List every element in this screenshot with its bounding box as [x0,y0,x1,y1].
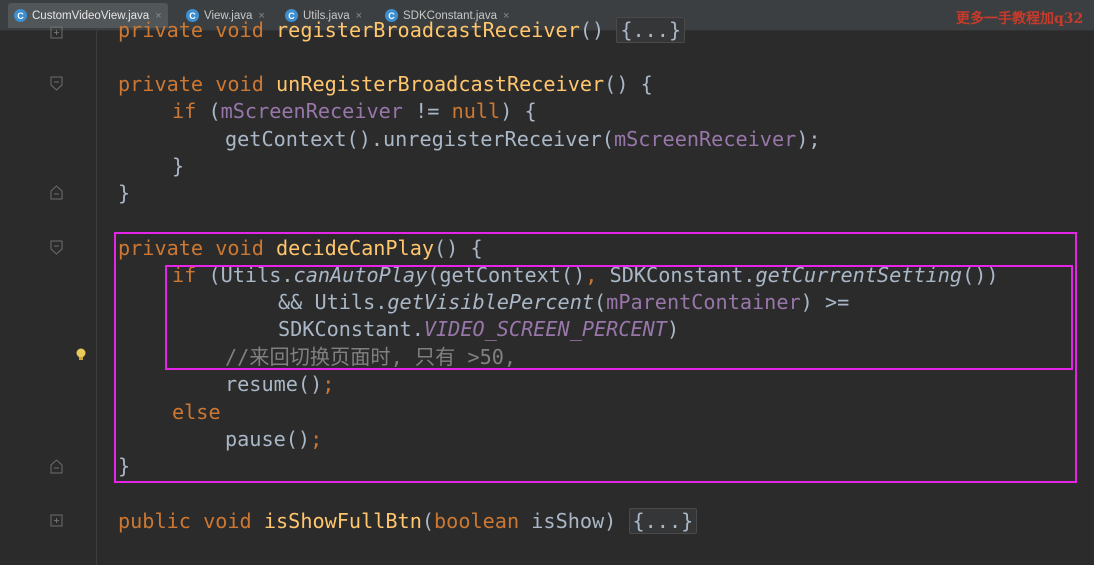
condition-highlight-box [165,265,1073,370]
keyword: null [451,99,501,123]
code-line[interactable]: } [118,180,130,207]
code-line[interactable]: private void registerBroadcastReceiver()… [118,17,686,44]
gutter-divider [96,31,97,565]
fold-marker-icon[interactable] [50,514,63,529]
method-name: registerBroadcastReceiver [276,18,580,42]
code-text: () [579,18,617,42]
keyword: boolean [434,509,520,533]
watermark-text: 更多一手教程加q32 [956,11,1084,27]
folded-code-block[interactable]: {...} [628,508,698,534]
method-name: isShowFullBtn [263,509,422,533]
code-text: () { [604,72,653,96]
field-name: mScreenReceiver [220,99,403,123]
fold-start-icon[interactable] [50,76,63,91]
code-text: ( [421,509,435,533]
keyword: private void [118,18,277,42]
keyword: public void [118,509,264,533]
code-line[interactable]: private void unRegisterBroadcastReceiver… [118,71,653,98]
code-line[interactable]: getContext().unregisterReceiver(mScreenR… [225,126,821,153]
field-name: mScreenReceiver [613,127,797,151]
fold-end-icon[interactable] [50,459,63,474]
code-text: ( [208,99,221,123]
fold-end-icon[interactable] [50,185,63,200]
code-line[interactable]: } [172,153,184,180]
code-text: != [402,99,452,123]
code-line[interactable]: if (mScreenReceiver != null) { [172,98,537,125]
code-text: ) { [500,99,537,123]
method-name: unRegisterBroadcastReceiver [276,72,605,96]
code-text: isShow) [519,509,629,533]
code-line[interactable]: public void isShowFullBtn(boolean isShow… [118,508,698,535]
java-class-icon: C [14,9,27,22]
lightbulb-icon[interactable] [74,347,88,363]
fold-marker-icon[interactable] [50,26,63,41]
folded-code-block[interactable]: {...} [616,17,686,43]
keyword: if [172,99,209,123]
keyword: private void [118,72,277,96]
code-text: ); [796,127,821,151]
code-text: getContext().unregisterReceiver( [225,127,614,151]
fold-start-icon[interactable] [50,240,63,255]
